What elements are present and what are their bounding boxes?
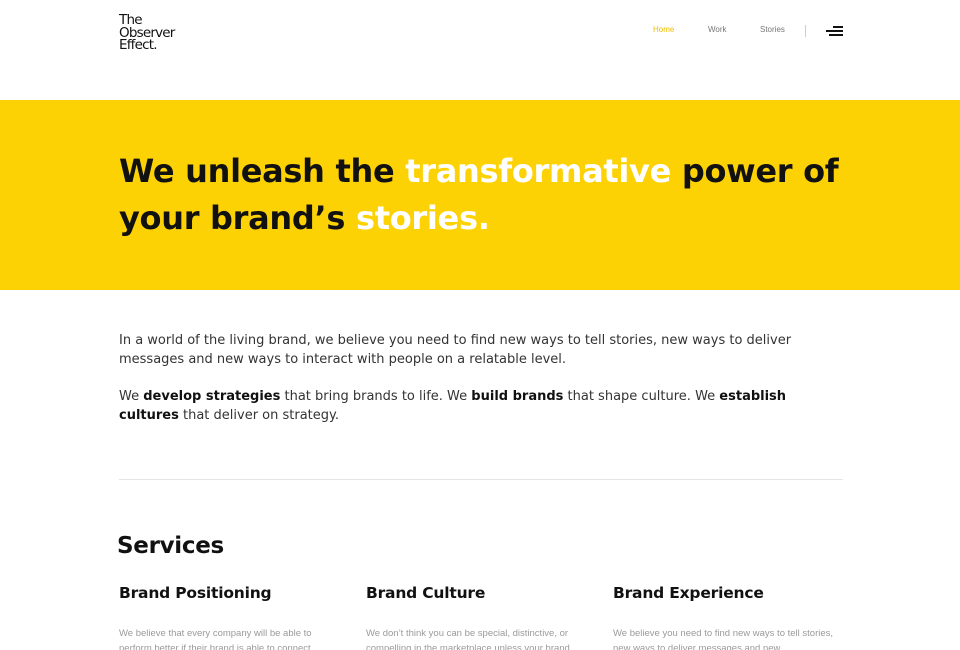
nav-link-work[interactable]: Work: [708, 25, 727, 34]
service-description: We believe you need to find new ways to …: [613, 628, 834, 650]
services-heading: Services: [117, 533, 224, 559]
intro-text: that shape culture. We: [563, 389, 720, 404]
hamburger-menu-icon[interactable]: [826, 26, 843, 37]
hero-headline: We unleash the transformative power of y…: [119, 148, 839, 242]
hero-text-1: We unleash the: [119, 152, 406, 190]
intro-text: that deliver on strategy.: [178, 407, 339, 423]
intro-section: In a world of the living brand, we belie…: [119, 332, 841, 425]
service-description: We don’t think you can be special, disti…: [366, 628, 570, 650]
service-card-brand-experience: Brand Experience We believe you need to …: [613, 584, 835, 650]
service-title: Brand Culture: [366, 584, 486, 602]
intro-paragraph-2: We develop strategies that bring brands …: [119, 388, 841, 425]
service-card-brand-culture: Brand Culture We don’t think you can be …: [366, 584, 588, 650]
service-description: We believe that every company will be ab…: [119, 628, 312, 650]
main-nav: Home Work Stories: [0, 25, 960, 39]
service-title: Brand Experience: [613, 584, 764, 602]
section-divider: [119, 479, 843, 480]
service-card-brand-positioning: Brand Positioning We believe that every …: [119, 584, 341, 650]
intro-text: We: [119, 389, 144, 404]
hero-highlight-1: transformative: [405, 152, 671, 190]
service-title: Brand Positioning: [119, 584, 272, 602]
nav-link-home[interactable]: Home: [653, 25, 674, 34]
nav-divider: [805, 25, 806, 37]
intro-text: that bring brands to life. We: [280, 389, 472, 404]
hero-banner: We unleash the transformative power of y…: [0, 100, 960, 290]
intro-paragraph-1: In a world of the living brand, we belie…: [119, 333, 792, 367]
hero-highlight-2: stories.: [355, 199, 490, 237]
intro-bold-develop: develop strategies: [143, 389, 281, 404]
logo-line-3: Effect.: [119, 37, 158, 53]
intro-bold-build: build brands: [471, 389, 564, 404]
nav-link-stories[interactable]: Stories: [760, 25, 785, 34]
